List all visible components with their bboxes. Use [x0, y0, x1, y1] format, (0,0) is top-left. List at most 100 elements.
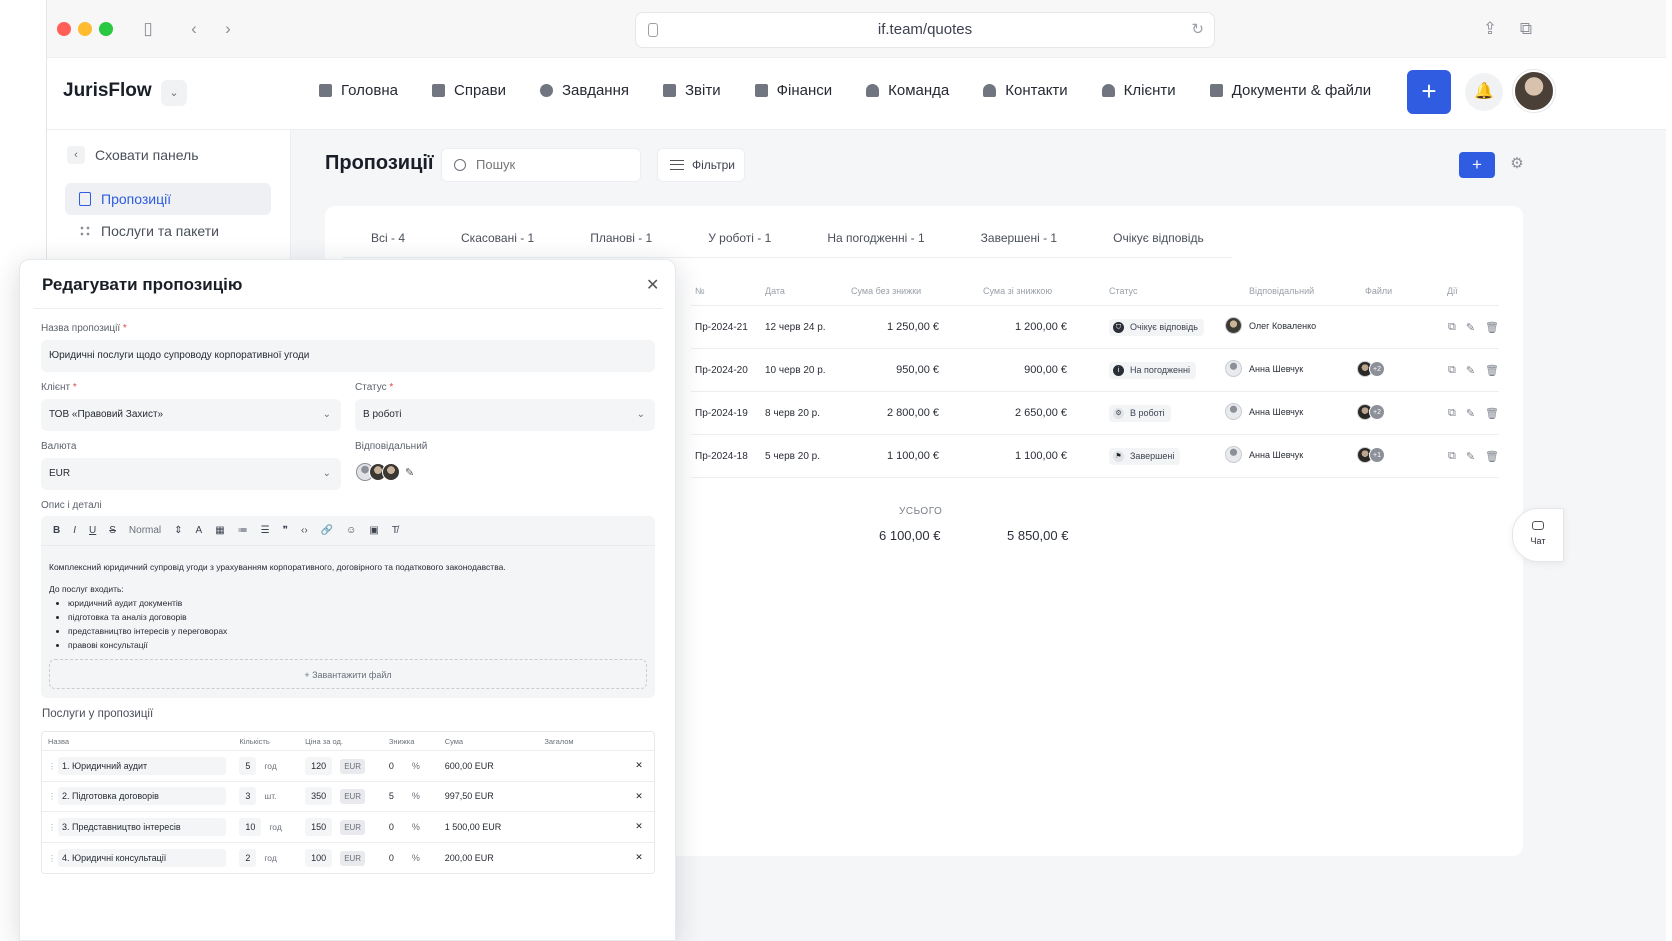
add-quote-button[interactable]: +	[1459, 152, 1495, 178]
price-field[interactable]: 120	[305, 756, 333, 775]
maximize-window-button[interactable]	[99, 22, 113, 36]
minimize-window-button[interactable]	[78, 22, 92, 36]
owner[interactable]: Анна Шевчук	[1225, 403, 1303, 420]
create-button[interactable]: +	[1407, 70, 1451, 114]
edit-icon[interactable]: ✎	[405, 466, 414, 479]
discount-field[interactable]: 5	[389, 791, 394, 801]
nav-item-team[interactable]: Команда	[866, 82, 949, 99]
owner[interactable]: Анна Шевчук	[1225, 446, 1303, 463]
description-editor[interactable]: B I U S Normal ⇕ A ▦ ≔ ☰ ❞ ‹› 🔗 ☺ ▣ T̸ К…	[41, 516, 655, 698]
sidebar-item-services[interactable]: Послуги та пакети	[65, 215, 271, 247]
sidebar-item-quotes[interactable]: Пропозиції	[65, 183, 271, 215]
trash-icon[interactable]: 🗑	[1485, 407, 1499, 420]
copy-icon[interactable]: ⧉	[1448, 450, 1456, 463]
tab-in-progress[interactable]: У роботі - 1	[680, 206, 799, 257]
nav-item-contacts[interactable]: Контакти	[983, 82, 1068, 99]
app-logo[interactable]: JurisFlow	[63, 80, 152, 102]
qty-field[interactable]: 2	[239, 848, 257, 867]
upload-file-button[interactable]: + Завантажити файл	[49, 659, 647, 689]
text-color-icon[interactable]: A	[196, 525, 203, 536]
italic-icon[interactable]: I	[73, 525, 76, 536]
tab-cancelled[interactable]: Скасовані - 1	[433, 206, 562, 257]
close-icon[interactable]: ✕	[624, 760, 654, 771]
tabs-overview-icon[interactable]: ⧉	[1515, 18, 1537, 40]
strikethrough-icon[interactable]: S	[109, 525, 116, 536]
tab-awaiting[interactable]: Очікує відповідь	[1085, 206, 1232, 257]
service-name-field[interactable]: 3. Представництво інтересів	[58, 817, 226, 836]
trash-icon[interactable]: 🗑	[1485, 321, 1499, 334]
forward-icon[interactable]: ›	[217, 18, 239, 40]
quote-icon[interactable]: ❞	[283, 525, 288, 536]
service-name-field[interactable]: 4. Юридичні консультації	[58, 848, 226, 867]
table-row[interactable]: Пр-2024-19 8 черв 20 р. 2 800,00 € 2 650…	[691, 392, 1499, 435]
share-icon[interactable]: ⇪	[1479, 18, 1501, 40]
bell-icon[interactable]: 🔔	[1465, 73, 1503, 111]
edit-icon[interactable]: ✎	[1466, 321, 1475, 334]
numbered-list-icon[interactable]: ≔	[238, 525, 248, 536]
link-icon[interactable]: 🔗	[321, 525, 333, 536]
nav-item-clients[interactable]: Клієнти	[1101, 82, 1176, 99]
file-avatars[interactable]: +1	[1357, 446, 1385, 463]
price-field[interactable]: 350	[305, 787, 333, 806]
tab-all[interactable]: Всі - 4	[343, 206, 433, 257]
quote-name-field[interactable]: Юридичні послуги щодо супроводу корпорат…	[41, 340, 655, 372]
highlight-icon[interactable]: ▦	[215, 525, 224, 536]
nav-item-home[interactable]: Головна	[319, 82, 398, 99]
discount-field[interactable]: 0	[389, 822, 394, 832]
emoji-icon[interactable]: ☺	[346, 525, 356, 536]
chevron-down-icon[interactable]: ⌄	[161, 80, 187, 106]
close-icon[interactable]: ✕	[624, 791, 654, 802]
bullet-list-icon[interactable]: ☰	[261, 525, 270, 536]
owner[interactable]: Анна Шевчук	[1225, 360, 1303, 377]
copy-icon[interactable]: ⧉	[1448, 321, 1456, 334]
owner[interactable]: Олег Коваленко	[1225, 317, 1316, 334]
format-select[interactable]: Normal	[129, 525, 161, 536]
edit-icon[interactable]: ✎	[1466, 450, 1475, 463]
edit-icon[interactable]: ✎	[1466, 364, 1475, 377]
nav-item-cases[interactable]: Справи	[432, 82, 506, 99]
copy-icon[interactable]: ⧉	[1448, 364, 1456, 377]
client-select[interactable]: ТОВ «Правовий Захист» ⌄	[41, 399, 341, 431]
sidebar-toggle-icon[interactable]: ▯	[137, 18, 159, 40]
service-name-field[interactable]: 2. Підготовка договорів	[58, 787, 226, 806]
qty-field[interactable]: 3	[239, 787, 257, 806]
gear-icon[interactable]: ⚙	[1507, 154, 1527, 174]
tab-approval[interactable]: На погодженні - 1	[799, 206, 952, 257]
nav-item-finance[interactable]: Фінанси	[754, 82, 832, 99]
code-icon[interactable]: ‹›	[301, 525, 308, 536]
search-input[interactable]	[476, 157, 626, 172]
trash-icon[interactable]: 🗑	[1485, 364, 1499, 377]
table-row[interactable]: Пр-2024-18 5 черв 20 р. 1 100,00 € 1 100…	[691, 435, 1499, 478]
discount-field[interactable]: 0	[389, 761, 394, 771]
tab-completed[interactable]: Завершені - 1	[953, 206, 1085, 257]
nav-item-tasks[interactable]: Завдання	[540, 82, 629, 99]
reload-icon[interactable]: ↻	[1191, 13, 1204, 47]
file-avatars[interactable]: +2	[1357, 403, 1385, 420]
file-avatars[interactable]: +2	[1357, 360, 1385, 377]
drag-handle-icon[interactable]: ⋮	[48, 854, 56, 863]
clear-format-icon[interactable]: T̸	[392, 525, 398, 536]
search-box[interactable]	[441, 148, 641, 182]
close-icon[interactable]: ✕	[624, 821, 654, 832]
copy-icon[interactable]: ⧉	[1448, 407, 1456, 420]
tab-planned[interactable]: Планові - 1	[562, 206, 680, 257]
discount-field[interactable]: 0	[389, 853, 394, 863]
font-size-icon[interactable]: ⇕	[174, 525, 182, 536]
image-icon[interactable]: ▣	[369, 525, 378, 536]
filters-button[interactable]: Фільтри	[657, 148, 745, 182]
chat-button[interactable]: Чат	[1512, 508, 1564, 562]
responsible-avatars[interactable]: ✎	[356, 463, 414, 481]
drag-handle-icon[interactable]: ⋮	[48, 762, 56, 771]
price-field[interactable]: 100	[305, 848, 333, 867]
table-row[interactable]: Пр-2024-20 10 черв 20 р. 950,00 € 900,00…	[691, 349, 1499, 392]
close-icon[interactable]: ✕	[646, 275, 659, 295]
address-bar[interactable]: if.team/quotes ↻	[635, 12, 1215, 48]
back-icon[interactable]: ‹	[183, 18, 205, 40]
table-row[interactable]: Пр-2024-21 12 черв 24 р. 1 250,00 € 1 20…	[691, 306, 1499, 349]
nav-item-reports[interactable]: Звіти	[663, 82, 721, 99]
underline-icon[interactable]: U	[89, 525, 96, 536]
nav-item-documents[interactable]: Документи & файли	[1209, 82, 1371, 99]
qty-field[interactable]: 5	[239, 756, 257, 775]
currency-select[interactable]: EUR ⌄	[41, 458, 341, 490]
qty-field[interactable]: 10	[239, 817, 262, 836]
